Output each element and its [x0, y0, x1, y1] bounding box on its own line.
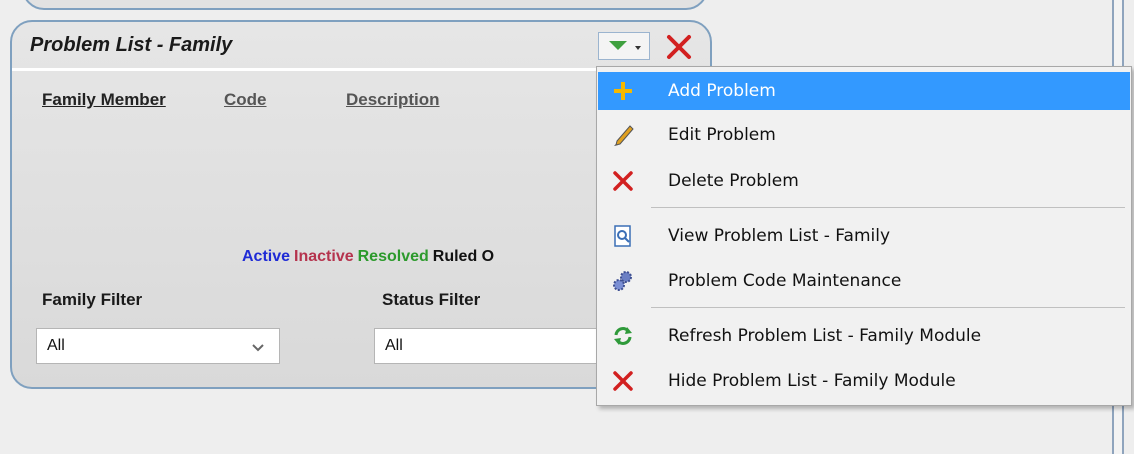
close-icon — [667, 35, 691, 59]
close-panel-button[interactable] — [662, 30, 696, 64]
panel-menu-button[interactable] — [598, 32, 650, 60]
gears-icon — [613, 271, 632, 291]
legend-active: Active — [242, 248, 291, 265]
menu-item-label: Refresh Problem List - Family Module — [668, 326, 982, 346]
menu-item-label: View Problem List - Family — [668, 226, 891, 246]
column-header-code[interactable]: Code — [224, 90, 267, 110]
x-icon — [613, 171, 633, 191]
family-filter-select[interactable]: All — [36, 328, 280, 364]
family-filter-label: Family Filter — [42, 290, 143, 309]
menu-separator — [651, 307, 1125, 308]
menu-item-refresh-module[interactable]: Refresh Problem List - Family Module — [598, 317, 1130, 355]
menu-item-label: Problem Code Maintenance — [668, 271, 902, 291]
panel-header: Problem List - Family — [12, 22, 710, 71]
menu-item-label: Edit Problem — [668, 125, 776, 145]
menu-item-add-problem[interactable]: Add Problem — [598, 72, 1130, 110]
green-triangle-icon — [609, 41, 641, 50]
plus-icon — [614, 82, 632, 100]
legend-ruled-out: Ruled O — [432, 248, 495, 265]
column-header-family-member[interactable]: Family Member — [42, 90, 166, 110]
status-filter-label: Status Filter — [382, 290, 481, 309]
upper-panel-edge — [22, 0, 708, 10]
legend-inactive: Inactive — [294, 248, 354, 265]
document-view-icon — [614, 225, 631, 247]
status-legend: Active Inactive Resolved Ruled O — [242, 248, 498, 266]
column-header-description[interactable]: Description — [346, 90, 440, 110]
status-filter-value: All — [385, 337, 403, 354]
menu-item-edit-problem[interactable]: Edit Problem — [598, 116, 1130, 154]
status-filter-select[interactable]: All — [374, 328, 618, 364]
menu-item-label: Hide Problem List - Family Module — [668, 371, 956, 391]
menu-item-label: Add Problem — [668, 81, 776, 101]
pencil-icon — [614, 125, 634, 146]
x-icon — [613, 371, 633, 391]
menu-item-delete-problem[interactable]: Delete Problem — [598, 162, 1130, 200]
menu-item-problem-code-maintenance[interactable]: Problem Code Maintenance — [598, 262, 1130, 300]
family-filter-value: All — [47, 337, 65, 354]
menu-item-hide-module[interactable]: Hide Problem List - Family Module — [598, 362, 1130, 400]
menu-item-label: Delete Problem — [668, 171, 799, 191]
refresh-icon — [614, 327, 632, 345]
menu-separator — [651, 207, 1125, 208]
menu-item-view-problem-list[interactable]: View Problem List - Family — [598, 217, 1130, 255]
chevron-down-icon — [252, 344, 264, 352]
panel-title: Problem List - Family — [30, 34, 233, 56]
legend-resolved: Resolved — [357, 248, 429, 265]
panel-context-menu: Add Problem Edit Problem Delete Problem … — [596, 66, 1132, 406]
